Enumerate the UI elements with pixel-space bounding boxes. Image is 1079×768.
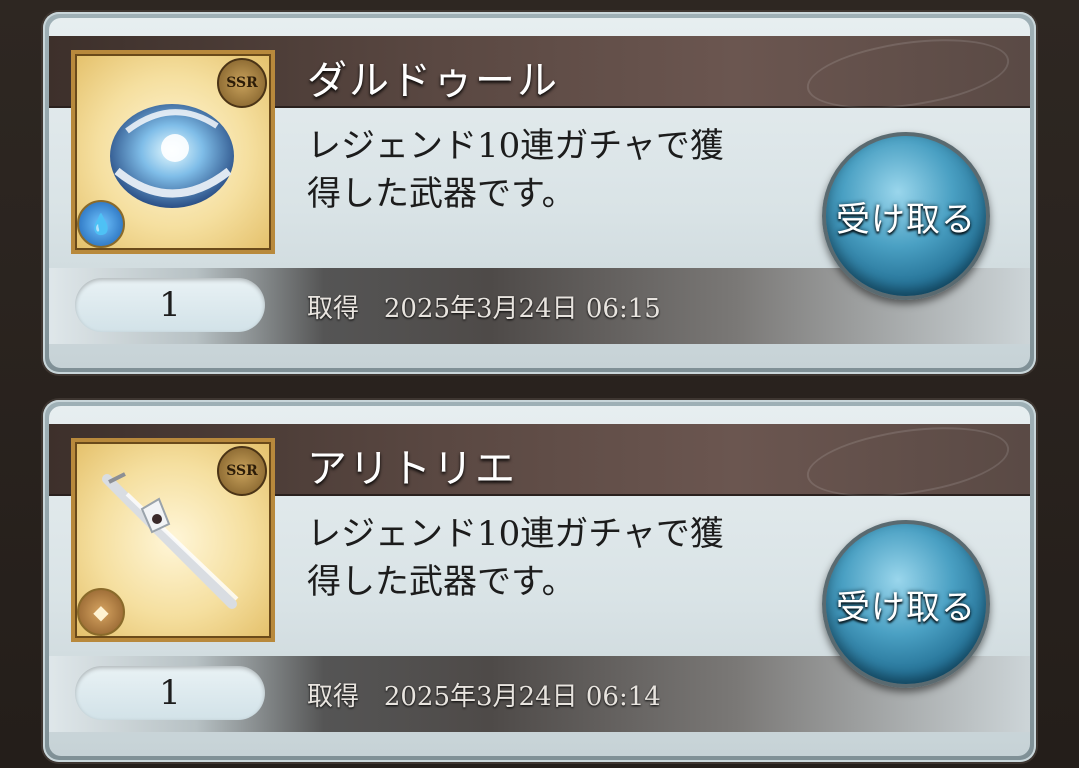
obtained-info: 取得 2025年3月24日 06:14: [307, 676, 661, 713]
gift-card-body: アリトリエ SSR ◆ レジェンド10連ガチャで獲 得した武器です。 1 取得 …: [49, 406, 1030, 756]
item-description-line: 得した武器です。: [307, 174, 576, 214]
gift-card-body: ダルドゥール SSR 💧 レジェンド10連ガチャで獲 得した武器です。 1 取得…: [49, 18, 1030, 368]
item-description-line: レジェンド10連ガチャで獲: [307, 126, 724, 166]
gift-card: アリトリエ SSR ◆ レジェンド10連ガチャで獲 得した武器です。 1 取得 …: [43, 400, 1036, 762]
receive-button-label: 受け取る: [836, 587, 976, 628]
water-drop-icon: 💧: [77, 200, 125, 248]
obtained-date: 2025年3月24日 06:14: [383, 682, 661, 712]
item-description: レジェンド10連ガチャで獲 得した武器です。: [307, 510, 807, 606]
receive-button[interactable]: 受け取る: [822, 132, 990, 300]
item-thumbnail[interactable]: SSR ◆: [71, 438, 275, 642]
gift-list: ダルドゥール SSR 💧 レジェンド10連ガチャで獲 得した武器です。 1 取得…: [0, 0, 1079, 768]
item-thumbnail[interactable]: SSR 💧: [71, 50, 275, 254]
receive-button-label: 受け取る: [836, 199, 976, 240]
obtained-label: 取得: [307, 682, 360, 712]
quantity-value: 1: [159, 285, 181, 325]
obtained-date: 2025年3月24日 06:15: [383, 294, 661, 324]
quantity-display: 1: [75, 278, 265, 332]
gift-card: ダルドゥール SSR 💧 レジェンド10連ガチャで獲 得した武器です。 1 取得…: [43, 12, 1036, 374]
obtained-label: 取得: [307, 294, 360, 324]
ssr-rarity-badge: SSR: [217, 446, 267, 496]
item-description-line: 得した武器です。: [307, 562, 576, 602]
quantity-display: 1: [75, 666, 265, 720]
quantity-value: 1: [159, 673, 181, 713]
item-name: ダルドゥール: [307, 58, 559, 104]
obtained-info: 取得 2025年3月24日 06:15: [307, 288, 661, 325]
item-description: レジェンド10連ガチャで獲 得した武器です。: [307, 122, 807, 218]
receive-button[interactable]: 受け取る: [822, 520, 990, 688]
item-description-line: レジェンド10連ガチャで獲: [307, 514, 724, 554]
item-name: アリトリエ: [307, 446, 517, 492]
ssr-rarity-badge: SSR: [217, 58, 267, 108]
earth-crystal-icon: ◆: [77, 588, 125, 636]
